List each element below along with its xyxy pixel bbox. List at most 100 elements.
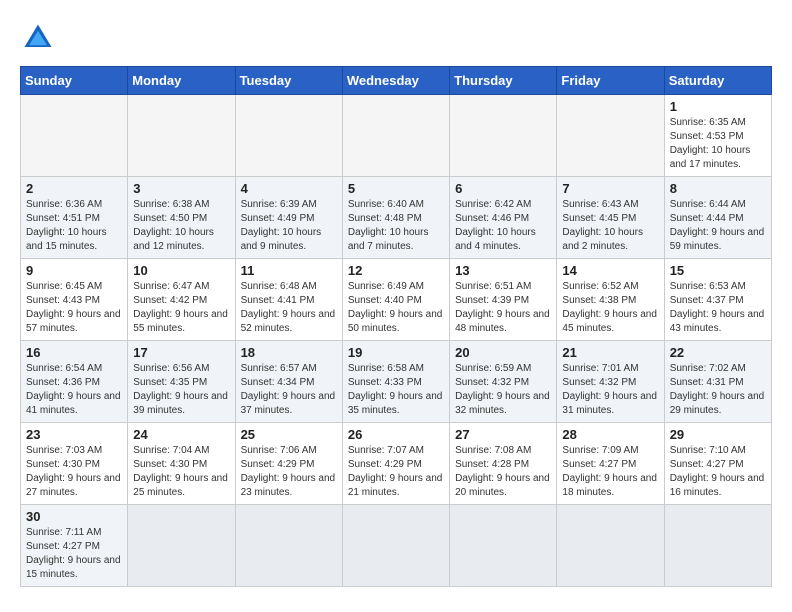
calendar-cell: 15 Sunrise: 6:53 AM Sunset: 4:37 PM Dayli… [664,259,771,341]
day-info: Sunrise: 6:36 AM Sunset: 4:51 PM Dayligh… [26,198,122,254]
day-info: Sunrise: 7:09 AM Sunset: 4:27 PM Dayligh… [562,444,658,500]
day-info: Sunrise: 6:52 AM Sunset: 4:38 PM Dayligh… [562,280,658,336]
day-info: Sunrise: 6:58 AM Sunset: 4:33 PM Dayligh… [348,362,444,418]
calendar-cell: 8 Sunrise: 6:44 AM Sunset: 4:44 PM Daylig… [664,177,771,259]
calendar-week-row: 23 Sunrise: 7:03 AM Sunset: 4:30 PM Dayli… [21,423,772,505]
calendar-cell [235,505,342,587]
day-info: Sunrise: 7:02 AM Sunset: 4:31 PM Dayligh… [670,362,766,418]
day-info: Sunrise: 6:53 AM Sunset: 4:37 PM Dayligh… [670,280,766,336]
column-header-thursday: Thursday [450,67,557,95]
calendar-header-row: SundayMondayTuesdayWednesdayThursdayFrid… [21,67,772,95]
calendar-cell [450,505,557,587]
day-number: 4 [241,181,337,196]
page-header [20,20,772,56]
day-info: Sunrise: 6:42 AM Sunset: 4:46 PM Dayligh… [455,198,551,254]
column-header-sunday: Sunday [21,67,128,95]
day-info: Sunrise: 6:56 AM Sunset: 4:35 PM Dayligh… [133,362,229,418]
calendar-week-row: 30Sunrise: 7:11 AM Sunset: 4:27 PM Dayli… [21,505,772,587]
calendar-cell [21,95,128,177]
calendar-cell: 2 Sunrise: 6:36 AM Sunset: 4:51 PM Daylig… [21,177,128,259]
calendar-cell: 9 Sunrise: 6:45 AM Sunset: 4:43 PM Daylig… [21,259,128,341]
calendar-cell: 12Sunrise: 6:49 AM Sunset: 4:40 PM Dayli… [342,259,449,341]
day-info: Sunrise: 6:47 AM Sunset: 4:42 PM Dayligh… [133,280,229,336]
day-number: 16 [26,345,122,360]
day-info: Sunrise: 6:49 AM Sunset: 4:40 PM Dayligh… [348,280,444,336]
day-number: 8 [670,181,766,196]
day-number: 3 [133,181,229,196]
calendar-cell: 17Sunrise: 6:56 AM Sunset: 4:35 PM Dayli… [128,341,235,423]
day-number: 10 [133,263,229,278]
day-number: 1 [670,99,766,114]
day-number: 19 [348,345,444,360]
calendar-cell: 10 Sunrise: 6:47 AM Sunset: 4:42 PM Dayli… [128,259,235,341]
calendar-cell: 23 Sunrise: 7:03 AM Sunset: 4:30 PM Dayli… [21,423,128,505]
calendar-cell: 26Sunrise: 7:07 AM Sunset: 4:29 PM Dayli… [342,423,449,505]
day-number: 5 [348,181,444,196]
calendar-cell: 5 Sunrise: 6:40 AM Sunset: 4:48 PM Daylig… [342,177,449,259]
calendar-cell: 24Sunrise: 7:04 AM Sunset: 4:30 PM Dayli… [128,423,235,505]
day-info: Sunrise: 7:07 AM Sunset: 4:29 PM Dayligh… [348,444,444,500]
generalblue-logo-icon [20,20,56,56]
day-number: 24 [133,427,229,442]
day-info: Sunrise: 7:06 AM Sunset: 4:29 PM Dayligh… [241,444,337,500]
day-number: 11 [241,263,337,278]
column-header-tuesday: Tuesday [235,67,342,95]
calendar-cell [557,95,664,177]
day-number: 7 [562,181,658,196]
day-number: 27 [455,427,551,442]
logo [20,20,62,56]
day-info: Sunrise: 7:03 AM Sunset: 4:30 PM Dayligh… [26,444,122,500]
calendar-cell: 28 Sunrise: 7:09 AM Sunset: 4:27 PM Dayli… [557,423,664,505]
day-number: 30 [26,509,122,524]
calendar-cell: 6 Sunrise: 6:42 AM Sunset: 4:46 PM Daylig… [450,177,557,259]
day-info: Sunrise: 6:44 AM Sunset: 4:44 PM Dayligh… [670,198,766,254]
calendar-cell: 19 Sunrise: 6:58 AM Sunset: 4:33 PM Dayli… [342,341,449,423]
calendar-week-row: 2 Sunrise: 6:36 AM Sunset: 4:51 PM Daylig… [21,177,772,259]
calendar-cell [342,95,449,177]
day-number: 15 [670,263,766,278]
day-info: Sunrise: 7:08 AM Sunset: 4:28 PM Dayligh… [455,444,551,500]
column-header-friday: Friday [557,67,664,95]
calendar-table: SundayMondayTuesdayWednesdayThursdayFrid… [20,66,772,587]
day-info: Sunrise: 6:39 AM Sunset: 4:49 PM Dayligh… [241,198,337,254]
day-info: Sunrise: 6:40 AM Sunset: 4:48 PM Dayligh… [348,198,444,254]
day-info: Sunrise: 7:01 AM Sunset: 4:32 PM Dayligh… [562,362,658,418]
calendar-cell: 7 Sunrise: 6:43 AM Sunset: 4:45 PM Daylig… [557,177,664,259]
calendar-cell: 11 Sunrise: 6:48 AM Sunset: 4:41 PM Dayli… [235,259,342,341]
day-number: 6 [455,181,551,196]
day-info: Sunrise: 7:10 AM Sunset: 4:27 PM Dayligh… [670,444,766,500]
day-info: Sunrise: 6:45 AM Sunset: 4:43 PM Dayligh… [26,280,122,336]
column-header-wednesday: Wednesday [342,67,449,95]
calendar-cell: 20 Sunrise: 6:59 AM Sunset: 4:32 PM Dayli… [450,341,557,423]
day-number: 9 [26,263,122,278]
calendar-cell [342,505,449,587]
day-number: 2 [26,181,122,196]
calendar-week-row: 1Sunrise: 6:35 AM Sunset: 4:53 PM Daylig… [21,95,772,177]
calendar-cell: 1Sunrise: 6:35 AM Sunset: 4:53 PM Daylig… [664,95,771,177]
calendar-cell: 27 Sunrise: 7:08 AM Sunset: 4:28 PM Dayli… [450,423,557,505]
day-info: Sunrise: 6:43 AM Sunset: 4:45 PM Dayligh… [562,198,658,254]
day-info: Sunrise: 6:59 AM Sunset: 4:32 PM Dayligh… [455,362,551,418]
calendar-cell: 22Sunrise: 7:02 AM Sunset: 4:31 PM Dayli… [664,341,771,423]
day-info: Sunrise: 6:48 AM Sunset: 4:41 PM Dayligh… [241,280,337,336]
day-info: Sunrise: 6:57 AM Sunset: 4:34 PM Dayligh… [241,362,337,418]
day-info: Sunrise: 6:54 AM Sunset: 4:36 PM Dayligh… [26,362,122,418]
day-number: 23 [26,427,122,442]
day-number: 20 [455,345,551,360]
day-info: Sunrise: 6:38 AM Sunset: 4:50 PM Dayligh… [133,198,229,254]
day-number: 29 [670,427,766,442]
day-number: 13 [455,263,551,278]
day-number: 21 [562,345,658,360]
calendar-cell [235,95,342,177]
day-number: 28 [562,427,658,442]
day-number: 18 [241,345,337,360]
calendar-cell: 16 Sunrise: 6:54 AM Sunset: 4:36 PM Dayli… [21,341,128,423]
column-header-monday: Monday [128,67,235,95]
day-info: Sunrise: 6:51 AM Sunset: 4:39 PM Dayligh… [455,280,551,336]
calendar-cell: 13 Sunrise: 6:51 AM Sunset: 4:39 PM Dayli… [450,259,557,341]
calendar-cell: 30Sunrise: 7:11 AM Sunset: 4:27 PM Dayli… [21,505,128,587]
calendar-cell: 3 Sunrise: 6:38 AM Sunset: 4:50 PM Daylig… [128,177,235,259]
calendar-cell: 4 Sunrise: 6:39 AM Sunset: 4:49 PM Daylig… [235,177,342,259]
calendar-cell [128,95,235,177]
calendar-cell: 14Sunrise: 6:52 AM Sunset: 4:38 PM Dayli… [557,259,664,341]
